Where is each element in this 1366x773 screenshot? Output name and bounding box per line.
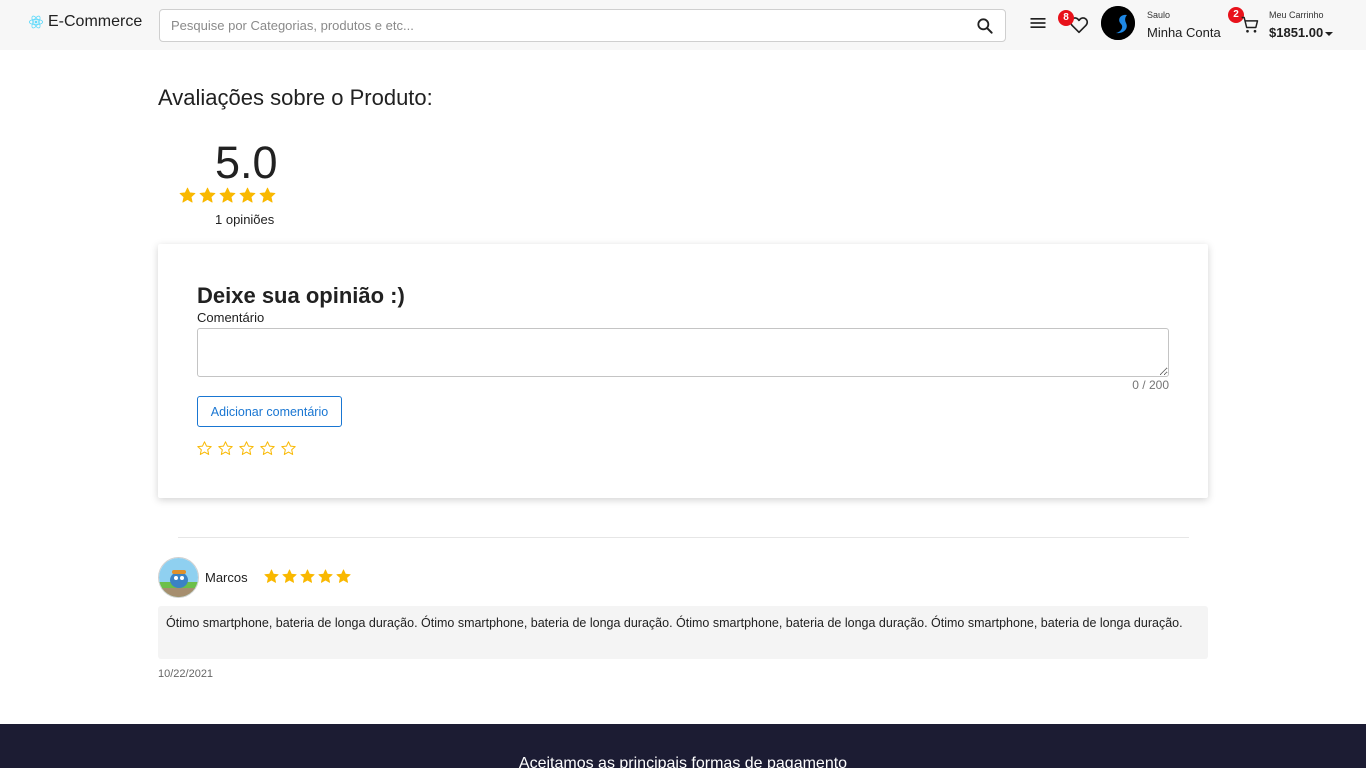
star-outline-icon[interactable]	[238, 440, 255, 457]
search-input[interactable]	[160, 10, 960, 41]
star-icon	[336, 569, 351, 583]
review-form-card: Deixe sua opinião :) Comentário 0 / 200 …	[158, 244, 1208, 498]
cart-summary[interactable]: Meu Carrinho $1851.00	[1269, 10, 1334, 40]
brand-name: E-Commerce	[48, 13, 143, 30]
star-icon	[219, 187, 236, 203]
star-icon	[239, 187, 256, 203]
review-count: 1 opiniões	[215, 212, 275, 227]
reviewer-avatar-image	[159, 558, 198, 597]
average-rating: 5.0	[215, 137, 278, 188]
star-icon	[264, 569, 279, 583]
footer-title: Aceitamos as principais formas de pagame…	[518, 755, 848, 772]
star-outline-icon[interactable]	[217, 440, 234, 457]
cart-total-value: $1851.00	[1269, 25, 1324, 40]
star-icon	[282, 569, 297, 583]
user-avatar[interactable]	[1101, 6, 1135, 40]
star-icon	[259, 187, 276, 203]
star-icon	[199, 187, 216, 203]
cart-label: Meu Carrinho	[1269, 10, 1324, 20]
star-icon	[300, 569, 315, 583]
user-greeting: Saulo	[1147, 10, 1171, 20]
menu-icon[interactable]	[1028, 13, 1048, 33]
character-counter: 0 / 200	[1132, 378, 1169, 392]
star-outline-icon[interactable]	[259, 440, 276, 457]
top-navbar: E-Commerce 8 Saulo Minha Conta 2 Meu Car…	[0, 0, 1366, 50]
chevron-down-icon	[1325, 31, 1334, 36]
comment-textarea[interactable]	[197, 328, 1169, 377]
user-avatar-image	[1101, 6, 1135, 40]
average-rating-stars	[178, 186, 277, 205]
review-date: 10/22/2021	[158, 668, 214, 680]
search-bar	[159, 9, 1006, 42]
footer: Aceitamos as principais formas de pagame…	[0, 724, 1366, 772]
comment-label: Comentário	[197, 310, 265, 325]
search-icon[interactable]	[975, 16, 995, 36]
favorites-badge: 8	[1058, 10, 1074, 26]
star-icon	[318, 569, 333, 583]
review-text: Ótimo smartphone, bateria de longa duraç…	[158, 606, 1208, 659]
account-menu[interactable]: Saulo Minha Conta	[1147, 10, 1221, 40]
star-outline-icon[interactable]	[280, 440, 297, 457]
review-rating-stars	[263, 568, 352, 585]
reviewer-avatar	[158, 557, 199, 598]
review-form-title: Deixe sua opinião :)	[197, 283, 405, 308]
divider	[178, 537, 1189, 538]
reviewer-name: Marcos	[205, 570, 248, 585]
react-atom-icon	[28, 15, 44, 29]
add-comment-button[interactable]: Adicionar comentário	[197, 396, 342, 427]
account-label: Minha Conta	[1147, 25, 1221, 40]
cart-icon[interactable]	[1240, 15, 1260, 35]
star-outline-icon[interactable]	[196, 440, 213, 457]
brand-logo[interactable]: E-Commerce	[28, 13, 142, 31]
rating-input	[196, 440, 297, 457]
star-icon	[179, 187, 196, 203]
cart-total: $1851.00	[1269, 25, 1334, 40]
reviews-heading: Avaliações sobre o Produto:	[158, 85, 433, 110]
